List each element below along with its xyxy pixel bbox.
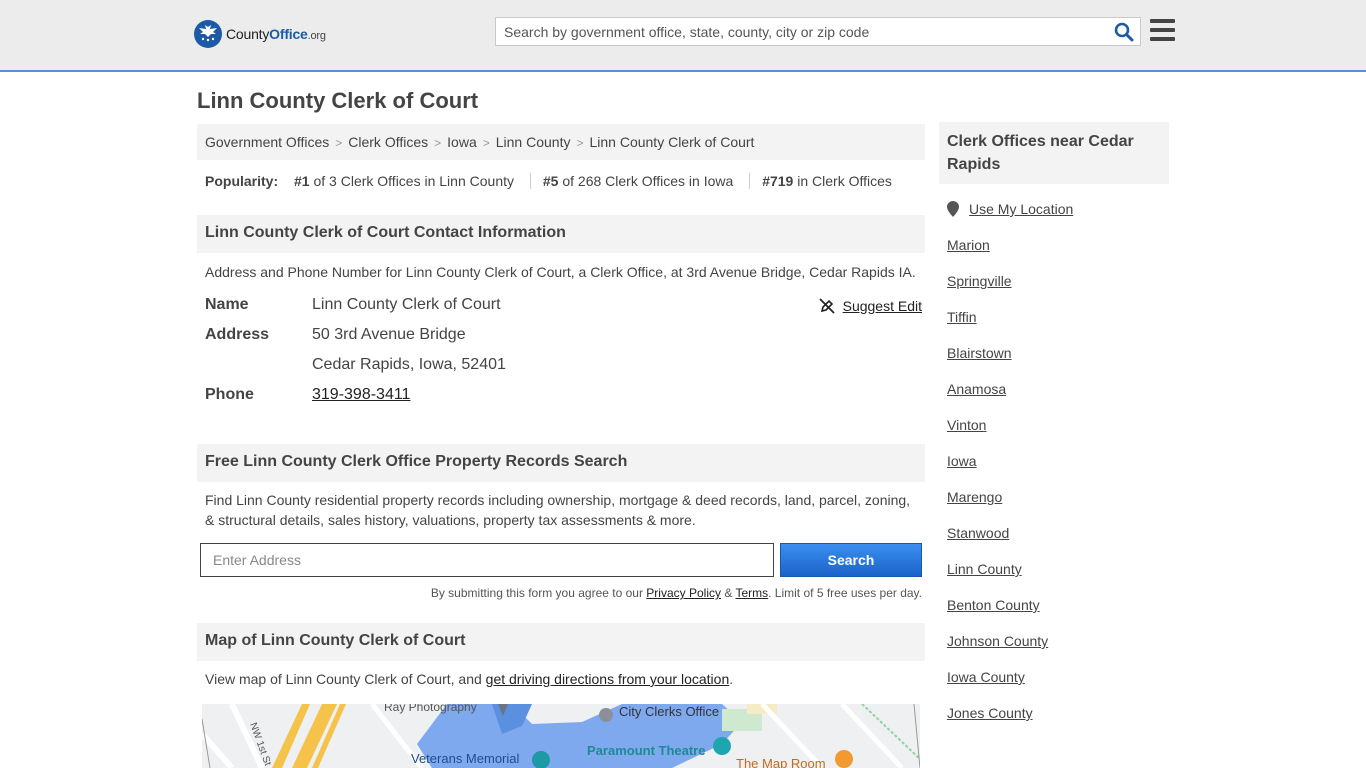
address-field: [200, 543, 774, 577]
address-label: Address: [205, 326, 270, 343]
phone-link[interactable]: 319-398-3411: [312, 386, 410, 403]
terms-link[interactable]: Terms: [735, 586, 768, 600]
phone-row: Phone 319-398-3411: [205, 386, 925, 408]
popularity-rank-county: #1 of 3 Clerk Offices in Linn County: [294, 173, 514, 189]
name-value: Linn County Clerk of Court: [312, 296, 501, 313]
name-row: Name Linn County Clerk of Court Suggest …: [205, 296, 925, 318]
map-label-ray-photography: Ray Photography: [384, 704, 477, 714]
breadcrumb-government-offices[interactable]: Government Offices: [205, 134, 329, 150]
nearby-marion[interactable]: Marion: [947, 237, 990, 253]
nearby-stanwood[interactable]: Stanwood: [947, 525, 1009, 541]
list-item: Marion: [947, 237, 990, 253]
page-title: Linn County Clerk of Court: [197, 88, 479, 113]
privacy-policy-link[interactable]: Privacy Policy: [646, 586, 721, 600]
search-icon[interactable]: [1114, 22, 1134, 42]
site-search: [495, 17, 1141, 46]
popularity-rank-state: #5 of 268 Clerk Offices in Iowa: [529, 173, 734, 189]
address-row: Address 50 3rd Avenue Bridge: [205, 326, 925, 348]
nearby-vinton[interactable]: Vinton: [947, 417, 986, 433]
property-search-button[interactable]: Search: [780, 543, 922, 577]
list-item: Tiffin: [947, 309, 977, 325]
use-my-location-link[interactable]: Use My Location: [969, 201, 1073, 217]
nearby-iowa[interactable]: Iowa: [947, 453, 977, 469]
use-location[interactable]: Use My Location: [947, 201, 1073, 217]
address-line1: 50 3rd Avenue Bridge: [312, 326, 466, 343]
map-description: View map of Linn County Clerk of Court, …: [205, 671, 734, 687]
list-item: Blairstown: [947, 345, 1012, 361]
eagle-logo-icon: [194, 20, 222, 48]
nearby-marengo[interactable]: Marengo: [947, 489, 1002, 505]
popularity-label: Popularity:: [205, 173, 279, 189]
nearby-benton-county[interactable]: Benton County: [947, 597, 1040, 613]
list-item: Benton County: [947, 597, 1040, 613]
driving-directions-link[interactable]: get driving directions from your locatio…: [486, 671, 730, 687]
breadcrumb-iowa[interactable]: Iowa: [447, 134, 477, 150]
nearby-tiffin[interactable]: Tiffin: [947, 309, 977, 325]
nearby-jones-county[interactable]: Jones County: [947, 705, 1033, 721]
property-heading: Free Linn County Clerk Office Property R…: [197, 444, 925, 482]
sidebar-heading: Clerk Offices near Cedar Rapids: [939, 122, 1169, 184]
location-map[interactable]: NW 1st St Ray Photography City Clerks Of…: [202, 704, 920, 768]
nearby-linn-county[interactable]: Linn County: [947, 561, 1022, 577]
contact-description: Address and Phone Number for Linn County…: [205, 264, 916, 280]
list-item: Anamosa: [947, 381, 1006, 397]
logo-wordmark: CountyOffice.org: [226, 26, 326, 42]
nearby-blairstown[interactable]: Blairstown: [947, 345, 1012, 361]
nearby-anamosa[interactable]: Anamosa: [947, 381, 1006, 397]
map-label-city-clerks: City Clerks Office: [619, 704, 719, 719]
edit-off-icon: [818, 298, 835, 314]
top-header: CountyOffice.org: [0, 0, 1366, 72]
breadcrumb: Government Offices > Clerk Offices > Iowa > Li…: [197, 124, 925, 160]
hamburger-menu-icon[interactable]: [1150, 19, 1175, 41]
site-search-input[interactable]: [496, 18, 1096, 45]
map-label-veterans-memorial: Veterans Memorial: [411, 751, 519, 766]
chevron-right-icon: >: [482, 136, 490, 150]
contact-heading: Linn County Clerk of Court Contact Infor…: [197, 215, 925, 253]
suggest-edit[interactable]: Suggest Edit: [818, 298, 922, 314]
list-item: Springville: [947, 273, 1012, 289]
popularity-rank-national: #719 in Clerk Offices: [749, 173, 892, 189]
name-label: Name: [205, 296, 249, 313]
breadcrumb-current[interactable]: Linn County Clerk of Court: [589, 134, 754, 150]
theatre-icon: [713, 737, 731, 755]
chevron-right-icon: >: [335, 136, 343, 150]
phone-label: Phone: [205, 386, 254, 403]
form-disclaimer: By submitting this form you agree to our…: [430, 586, 922, 600]
list-item: Iowa County: [947, 669, 1025, 685]
property-description: Find Linn County residential property re…: [205, 492, 911, 528]
chevron-right-icon: >: [434, 136, 442, 150]
nearby-iowa-county[interactable]: Iowa County: [947, 669, 1025, 685]
site-logo[interactable]: CountyOffice.org: [194, 20, 326, 48]
popularity-bar: Popularity: #1 of 3 Clerk Offices in Lin…: [205, 173, 892, 189]
list-item: Vinton: [947, 417, 986, 433]
government-building-icon: [599, 708, 613, 722]
location-pin-icon: [947, 201, 959, 217]
breadcrumb-linn-county[interactable]: Linn County: [496, 134, 571, 150]
map-label-map-room: The Map Room: [736, 756, 826, 768]
address-row-2: Cedar Rapids, Iowa, 52401: [205, 356, 925, 378]
nearby-springville[interactable]: Springville: [947, 273, 1012, 289]
list-item: Johnson County: [947, 633, 1048, 649]
chevron-right-icon: >: [576, 136, 584, 150]
map-heading: Map of Linn County Clerk of Court: [197, 623, 925, 661]
breadcrumb-clerk-offices[interactable]: Clerk Offices: [348, 134, 428, 150]
list-item: Iowa: [947, 453, 977, 469]
suggest-edit-link[interactable]: Suggest Edit: [843, 298, 922, 314]
address-line2: Cedar Rapids, Iowa, 52401: [312, 356, 506, 373]
list-item: Stanwood: [947, 525, 1009, 541]
list-item: Linn County: [947, 561, 1022, 577]
address-input[interactable]: [201, 544, 773, 576]
nearby-johnson-county[interactable]: Johnson County: [947, 633, 1048, 649]
list-item: Marengo: [947, 489, 1002, 505]
map-label-paramount-theatre: Paramount Theatre: [587, 743, 705, 758]
list-item: Jones County: [947, 705, 1033, 721]
restaurant-icon: [835, 750, 853, 768]
